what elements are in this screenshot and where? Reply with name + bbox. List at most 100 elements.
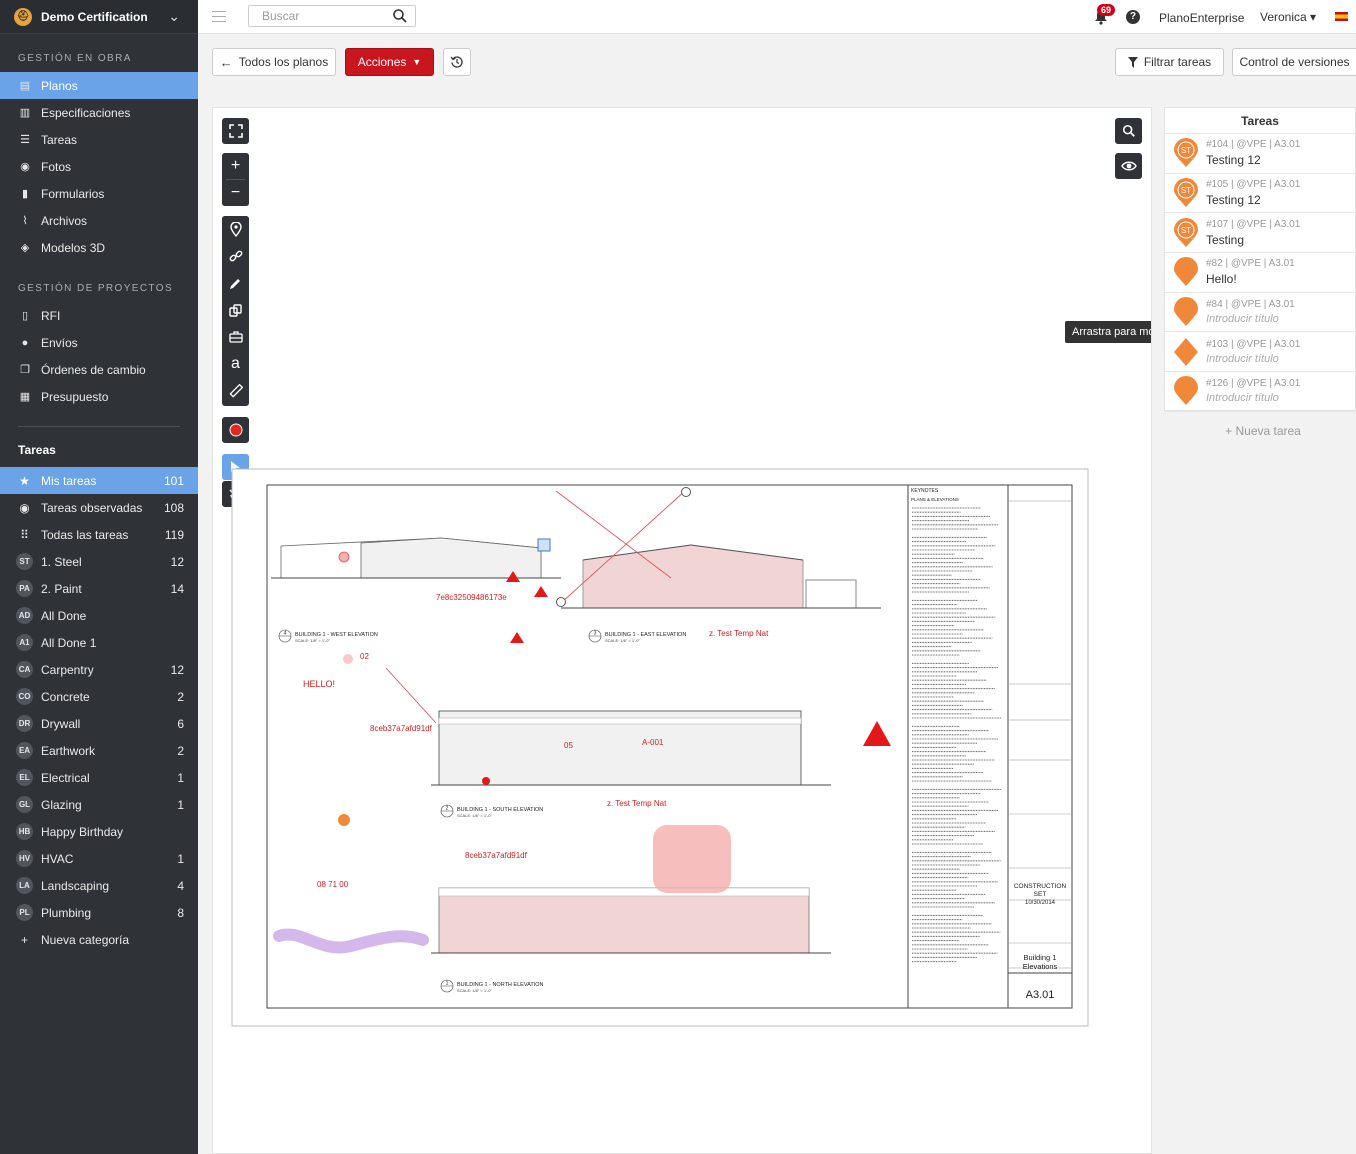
category-badge: EA <box>16 742 33 759</box>
task-meta: #107 | @VPE | A3.01 <box>1206 218 1301 230</box>
map-pin-icon: ST <box>1174 178 1198 208</box>
anchor-point[interactable] <box>681 487 691 497</box>
sidebar-item-tareas[interactable]: ☰ Tareas <box>0 126 198 153</box>
zoom-out-button[interactable]: − <box>222 180 249 206</box>
sidebar-item-archivos[interactable]: ⌇ Archivos <box>0 207 198 234</box>
task-list-item[interactable]: ST #104 | @VPE | A3.01 Testing 12 <box>1165 134 1355 174</box>
sidebar-item-modelos-3d[interactable]: ◈ Modelos 3D <box>0 234 198 261</box>
markup-label[interactable]: z. Test Temp Nat <box>607 799 667 808</box>
category-badge: LA <box>16 877 33 894</box>
pen-tool[interactable] <box>222 270 249 296</box>
category-item[interactable]: EL Electrical 1 <box>0 764 198 791</box>
category-item[interactable]: AD All Done <box>0 602 198 629</box>
task-meta: #104 | @VPE | A3.01 <box>1206 139 1301 151</box>
spain-flag-icon[interactable] <box>1335 12 1348 21</box>
category-item[interactable]: LA Landscaping 4 <box>0 872 198 899</box>
category-item[interactable]: PL Plumbing 8 <box>0 899 198 926</box>
task-meta: #105 | @VPE | A3.01 <box>1206 179 1301 191</box>
task-list-item[interactable]: #84 | @VPE | A3.01 Introducir título <box>1165 293 1355 333</box>
actions-button[interactable]: Acciones ▼ <box>345 48 434 76</box>
ruler-icon <box>228 384 243 398</box>
plus-icon: + <box>20 932 28 947</box>
task-list-item[interactable]: #82 | @VPE | A3.01 Hello! <box>1165 253 1355 293</box>
sidebar-item-envíos[interactable]: ● Envíos <box>0 329 198 356</box>
task-filter-2[interactable]: ⠿ Todas las tareas 119 <box>0 521 198 548</box>
sidebar-item-planos[interactable]: ▤ Planos <box>0 72 198 99</box>
search-input[interactable] <box>249 6 389 26</box>
highlight-markup[interactable] <box>653 825 731 893</box>
markup-label[interactable]: 8ceb37a7afd91df <box>465 851 528 860</box>
measure-tool[interactable] <box>222 378 249 404</box>
markup-label[interactable]: 08 71 00 <box>317 880 349 889</box>
sidebar-item-rfi[interactable]: ▯ RFI <box>0 302 198 329</box>
markup-label[interactable]: 05 <box>564 741 573 750</box>
version-control-button[interactable]: Control de versiones <box>1232 48 1356 76</box>
pin-tool[interactable] <box>222 216 249 242</box>
selected-markup[interactable] <box>537 538 551 552</box>
category-item[interactable]: ST 1. Steel 12 <box>0 548 198 575</box>
sidebar-item-formularios[interactable]: ▮ Formularios <box>0 180 198 207</box>
task-filter-1[interactable]: ◉ Tareas observadas 108 <box>0 494 198 521</box>
sidebar-item-presupuesto[interactable]: ▦ Presupuesto <box>0 383 198 410</box>
drawing-sheet[interactable]: KEYNOTES PLANS & ELEVATIONS CONSTRUCTION… <box>231 468 1089 1028</box>
task-filter-0[interactable]: ★ Mis tareas 101 <box>0 467 198 494</box>
company-menu[interactable]: PlanoEnterprise <box>1159 11 1244 25</box>
zoom-in-button[interactable]: + <box>222 153 249 179</box>
toolbox-tool[interactable] <box>222 324 249 350</box>
section-field-management: GESTIÓN EN OBRA <box>18 53 132 64</box>
category-item[interactable]: HB Happy Birthday <box>0 818 198 845</box>
category-badge: HV <box>16 850 33 867</box>
filter-tasks-button[interactable]: Filtrar tareas <box>1115 48 1224 76</box>
task-list-item[interactable]: #126 | @VPE | A3.01 Introducir título <box>1165 372 1355 412</box>
category-item[interactable]: DR Drywall 6 <box>0 710 198 737</box>
user-menu[interactable]: Veronica ▾ <box>1260 10 1316 24</box>
category-item[interactable]: PA 2. Paint 14 <box>0 575 198 602</box>
task-list-item[interactable]: ST #107 | @VPE | A3.01 Testing <box>1165 213 1355 254</box>
sidebar-item-fotos[interactable]: ◉ Fotos <box>0 153 198 180</box>
new-task-button[interactable]: + Nueva tarea <box>1164 424 1356 438</box>
menu-icon[interactable] <box>212 11 226 26</box>
category-badge: PL <box>16 904 33 921</box>
history-button[interactable] <box>443 48 471 76</box>
category-item[interactable]: HV HVAC 1 <box>0 845 198 872</box>
record-button[interactable] <box>222 417 249 443</box>
task-list-item[interactable]: #103 | @VPE | A3.01 Introducir título <box>1165 332 1355 373</box>
hardhat-icon: ⛑ <box>14 7 32 26</box>
view-scale: SCALE: 1/8" = 1'-0" <box>605 638 640 643</box>
markup-label[interactable]: z. Test Temp Nat <box>709 629 769 638</box>
new-category-button[interactable]: + Nueva categoría <box>0 926 198 953</box>
category-item[interactable]: CO Concrete 2 <box>0 683 198 710</box>
all-plans-button[interactable]: ← Todos los planos <box>212 48 336 76</box>
plan-viewer[interactable]: + − a KEYNOTES PLANS & ELEVATIONS CONSTR… <box>212 107 1152 1154</box>
category-item[interactable]: A1 All Done 1 <box>0 629 198 656</box>
markup-label[interactable]: 8ceb37a7afd91df <box>370 724 433 733</box>
project-switcher[interactable]: ⛑ Demo Certification ⌄ <box>0 0 198 34</box>
markup-label[interactable]: HELLO! <box>303 679 335 689</box>
markup-label[interactable]: A-001 <box>642 738 664 747</box>
svg-text:ST: ST <box>1181 186 1191 195</box>
sidebar-item-especificaciones[interactable]: ▥ Especificaciones <box>0 99 198 126</box>
shapes-tool[interactable] <box>222 297 249 323</box>
tasks-panel-title: Tareas <box>1165 108 1355 134</box>
sidebar-item-órdenes-de-cambio[interactable]: ❐ Órdenes de cambio <box>0 356 198 383</box>
category-item[interactable]: GL Glazing 1 <box>0 791 198 818</box>
markup-label[interactable]: 7e8c32509486173e <box>436 593 507 602</box>
task-pin[interactable] <box>338 814 350 826</box>
help-icon[interactable]: ? <box>1126 10 1140 24</box>
star-icon: ★ <box>19 473 30 488</box>
project-name: Demo Certification <box>41 9 148 24</box>
category-item[interactable]: CA Carpentry 12 <box>0 656 198 683</box>
view-number: 3 <box>594 631 597 637</box>
visibility-button[interactable] <box>1115 153 1142 179</box>
fullscreen-button[interactable] <box>222 118 249 144</box>
markup-label[interactable]: 02 <box>360 652 369 661</box>
text-tool[interactable]: a <box>222 351 249 377</box>
view-number: 2 <box>446 806 449 812</box>
category-item[interactable]: EA Earthwork 2 <box>0 737 198 764</box>
anchor-point[interactable] <box>556 597 566 607</box>
link-tool[interactable] <box>222 243 249 269</box>
search-icon[interactable] <box>392 8 408 24</box>
task-meta: #126 | @VPE | A3.01 <box>1206 378 1301 390</box>
search-plan-button[interactable] <box>1115 118 1142 144</box>
task-list-item[interactable]: ST #105 | @VPE | A3.01 Testing 12 <box>1165 174 1355 214</box>
